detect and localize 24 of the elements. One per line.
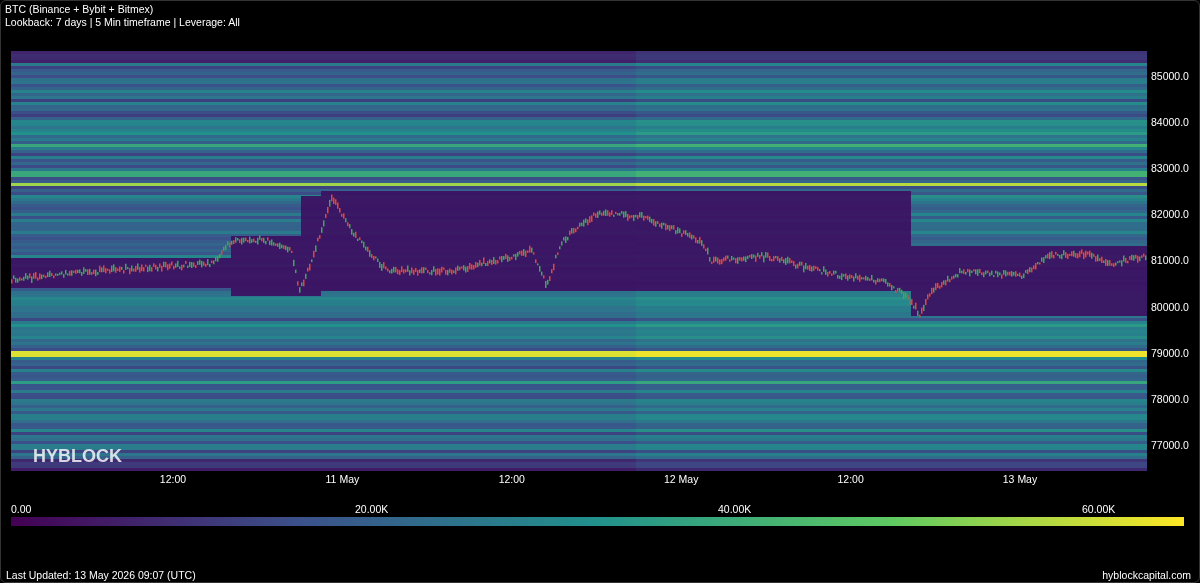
color-scale-label: 60.00K — [1082, 503, 1116, 515]
last-updated-text: Last Updated: 13 May 2026 09:07 (UTC) — [6, 569, 196, 582]
y-axis-label: 77000.0 — [1151, 438, 1189, 451]
site-link[interactable]: hyblockcapital.com — [1102, 569, 1191, 582]
chart-subtitle: Lookback: 7 days | 5 Min timeframe | Leverage: All — [5, 16, 240, 29]
y-axis-label: 84000.0 — [1151, 116, 1189, 129]
x-axis-label: 12:00 — [159, 473, 187, 485]
color-scale-label: 40.00K — [718, 503, 752, 515]
y-axis-label: 78000.0 — [1151, 392, 1189, 405]
color-scale-label: 20.00K — [355, 503, 389, 515]
y-axis-label: 83000.0 — [1151, 162, 1189, 175]
y-axis-label: 80000.0 — [1151, 300, 1189, 313]
y-axis-label: 81000.0 — [1151, 254, 1189, 267]
y-axis-label: 82000.0 — [1151, 208, 1189, 221]
x-axis-label: 12 May — [663, 473, 699, 485]
color-scale-label: 0.00 — [11, 503, 32, 515]
x-axis-label: 11 May — [325, 473, 360, 485]
y-axis-label: 79000.0 — [1151, 346, 1189, 359]
chart-logo: HYBLOCK — [33, 445, 122, 467]
y-axis-label: 85000.0 — [1151, 70, 1189, 82]
x-axis-label: 13 May — [1002, 473, 1038, 485]
x-axis-label: 12:00 — [837, 473, 864, 485]
x-axis-label: 12:00 — [498, 473, 525, 485]
chart-title: BTC (Binance + Bybit + Bitmex) — [5, 3, 155, 16]
